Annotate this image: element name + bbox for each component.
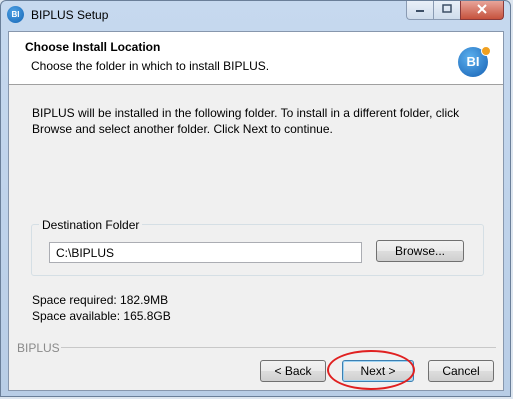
window-title: BIPLUS Setup	[31, 8, 109, 22]
minimize-icon	[415, 3, 425, 17]
back-button[interactable]: < Back	[260, 360, 326, 382]
close-icon	[477, 3, 487, 17]
minimize-button[interactable]	[406, 1, 433, 20]
space-required-text: Space required: 182.9MB	[32, 293, 169, 307]
title-bar[interactable]: BI BIPLUS Setup	[1, 1, 510, 31]
page-header: Choose Install Location Choose the folde…	[9, 32, 503, 85]
app-icon: BI	[7, 6, 24, 23]
install-description: BIPLUS will be installed in the followin…	[32, 106, 460, 136]
footer-divider	[61, 347, 496, 348]
destination-folder-label: Destination Folder	[39, 218, 143, 232]
destination-path-input[interactable]	[49, 242, 362, 263]
next-button[interactable]: Next >	[342, 360, 414, 382]
maximize-button[interactable]	[433, 1, 460, 20]
brand-label: BIPLUS	[17, 341, 60, 355]
maximize-icon	[442, 3, 452, 17]
dialog-client-area: Choose Install Location Choose the folde…	[8, 31, 504, 391]
logo-badge-dot	[481, 46, 491, 56]
page-subtitle: Choose the folder in which to install BI…	[31, 59, 270, 73]
space-available-text: Space available: 165.8GB	[32, 309, 171, 323]
page-title: Choose Install Location	[25, 40, 161, 54]
cancel-button[interactable]: Cancel	[428, 360, 494, 382]
caption-buttons	[406, 1, 504, 21]
close-button[interactable]	[460, 1, 504, 20]
installer-window: BI BIPLUS Setup Choose Install Location	[0, 0, 511, 397]
browse-button[interactable]: Browse...	[376, 240, 464, 262]
